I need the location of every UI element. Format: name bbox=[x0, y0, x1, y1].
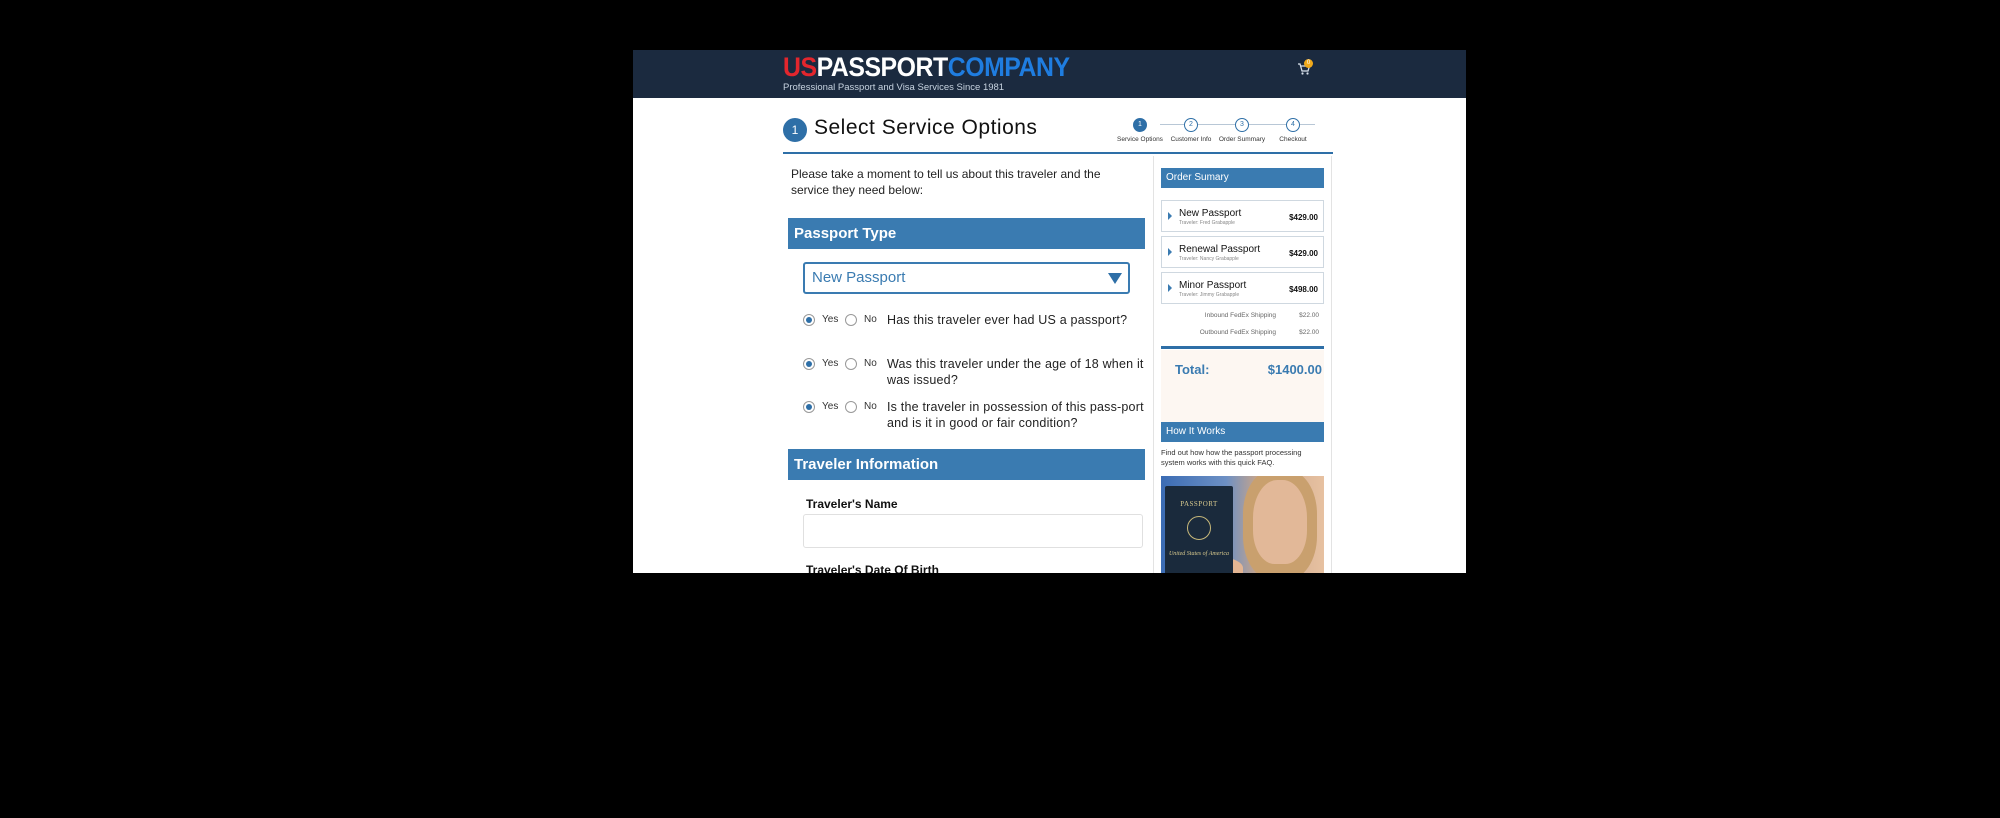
step-dot: 3 bbox=[1235, 118, 1249, 132]
order-item-minor-passport[interactable]: Minor Passport Traveler: Jimmy Grabapple… bbox=[1161, 272, 1324, 304]
step-dot: 4 bbox=[1286, 118, 1300, 132]
order-item-name: Renewal Passport bbox=[1179, 244, 1261, 255]
inbound-shipping-label: Inbound FedEx Shipping bbox=[1204, 312, 1276, 319]
how-it-works-text: Find out how how the passport processing… bbox=[1161, 448, 1302, 467]
passport-type-selected: New Passport bbox=[812, 269, 906, 286]
radio-no[interactable] bbox=[845, 314, 857, 326]
radio-yes-label: Yes bbox=[822, 314, 839, 325]
person-face bbox=[1253, 480, 1307, 564]
order-item-price: $429.00 bbox=[1289, 249, 1318, 258]
step-checkout[interactable]: 4 Checkout bbox=[1263, 118, 1323, 143]
site-logo[interactable]: USPASSPORTCOMPANY bbox=[783, 52, 1070, 82]
logo-passport: PASSPORT bbox=[816, 52, 949, 82]
order-total: Total: $1400.00 bbox=[1161, 350, 1324, 430]
order-item-traveler: Traveler: Fred Grabapple bbox=[1179, 220, 1235, 226]
radio-no[interactable] bbox=[845, 358, 857, 370]
step-number-badge: 1 bbox=[783, 118, 807, 142]
eagle-seal-icon bbox=[1187, 516, 1211, 540]
radio-no-label: No bbox=[864, 314, 877, 325]
dropdown-caret-icon bbox=[1108, 273, 1122, 284]
traveler-name-input[interactable] bbox=[803, 514, 1143, 548]
passport-book-subtitle: United States of America bbox=[1168, 551, 1230, 557]
expand-arrow-icon bbox=[1168, 212, 1172, 220]
radio-no-label: No bbox=[864, 358, 877, 369]
passport-book-image: PASSPORT United States of America bbox=[1165, 486, 1233, 573]
radio-no-label: No bbox=[864, 401, 877, 412]
radio-yes[interactable] bbox=[803, 314, 815, 326]
passport-book-title: PASSPORT bbox=[1180, 500, 1218, 508]
sidebar-border-right bbox=[1331, 156, 1332, 573]
order-item-name: New Passport bbox=[1179, 208, 1242, 219]
passport-type-select[interactable]: New Passport bbox=[803, 262, 1130, 294]
how-it-works-heading: How It Works bbox=[1161, 422, 1324, 442]
step-label: Checkout bbox=[1279, 136, 1307, 143]
site-header: USPASSPORTCOMPANY Professional Passport … bbox=[633, 50, 1466, 98]
logo-company: COMPANY bbox=[947, 52, 1070, 82]
page-frame: USPASSPORTCOMPANY Professional Passport … bbox=[633, 50, 1466, 573]
order-item-price: $429.00 bbox=[1289, 213, 1318, 222]
radio-yes-label: Yes bbox=[822, 401, 839, 412]
radio-no[interactable] bbox=[845, 401, 857, 413]
outbound-shipping-label: Outbound FedEx Shipping bbox=[1199, 329, 1276, 336]
step-dot: 1 bbox=[1133, 118, 1147, 132]
question-text: Has this traveler ever had US a passport… bbox=[887, 313, 1128, 327]
radio-yes[interactable] bbox=[803, 401, 815, 413]
radio-yes[interactable] bbox=[803, 358, 815, 370]
question-text: Was this traveler under the age of 18 wh… bbox=[887, 357, 1144, 387]
step-dot: 2 bbox=[1184, 118, 1198, 132]
order-item-renewal-passport[interactable]: Renewal Passport Traveler: Nancy Grabapp… bbox=[1161, 236, 1324, 268]
traveler-dob-label: Traveler's Date Of Birth bbox=[806, 563, 939, 573]
total-value: $1400.00 bbox=[1267, 362, 1322, 377]
order-summary-heading: Order Sumary bbox=[1161, 168, 1324, 188]
passport-type-heading: Passport Type bbox=[788, 218, 1145, 249]
order-item-new-passport[interactable]: New Passport Traveler: Fred Grabapple $4… bbox=[1161, 200, 1324, 232]
order-item-traveler: Traveler: Jimmy Grabapple bbox=[1179, 292, 1240, 298]
intro-text: Please take a moment to tell us about th… bbox=[791, 167, 1101, 197]
radio-yes-label: Yes bbox=[822, 358, 839, 369]
traveler-name-label: Traveler's Name bbox=[806, 497, 898, 511]
order-item-traveler: Traveler: Nancy Grabapple bbox=[1179, 256, 1239, 262]
page-title: Select Service Options bbox=[814, 116, 1038, 139]
outbound-shipping-value: $22.00 bbox=[1299, 329, 1319, 336]
sidebar-border-left bbox=[1153, 156, 1154, 573]
traveler-info-heading: Traveler Information bbox=[788, 449, 1145, 480]
checkout-stepper: 1 Service Options 2 Customer Info 3 Orde… bbox=[1117, 118, 1323, 148]
how-it-works-video-thumbnail[interactable]: PASSPORT United States of America bbox=[1161, 476, 1324, 573]
expand-arrow-icon bbox=[1168, 284, 1172, 292]
total-label: Total: bbox=[1175, 362, 1210, 377]
cart-count-badge: 0 bbox=[1304, 59, 1313, 68]
logo-us: US bbox=[783, 52, 817, 82]
site-tagline: Professional Passport and Visa Services … bbox=[783, 82, 1005, 93]
total-divider bbox=[1161, 346, 1324, 349]
title-divider bbox=[783, 152, 1333, 154]
inbound-shipping-value: $22.00 bbox=[1299, 312, 1319, 319]
expand-arrow-icon bbox=[1168, 248, 1172, 256]
order-item-price: $498.00 bbox=[1289, 285, 1318, 294]
order-item-name: Minor Passport bbox=[1179, 280, 1247, 291]
question-text: Is the traveler in possession of this pa… bbox=[887, 400, 1144, 430]
